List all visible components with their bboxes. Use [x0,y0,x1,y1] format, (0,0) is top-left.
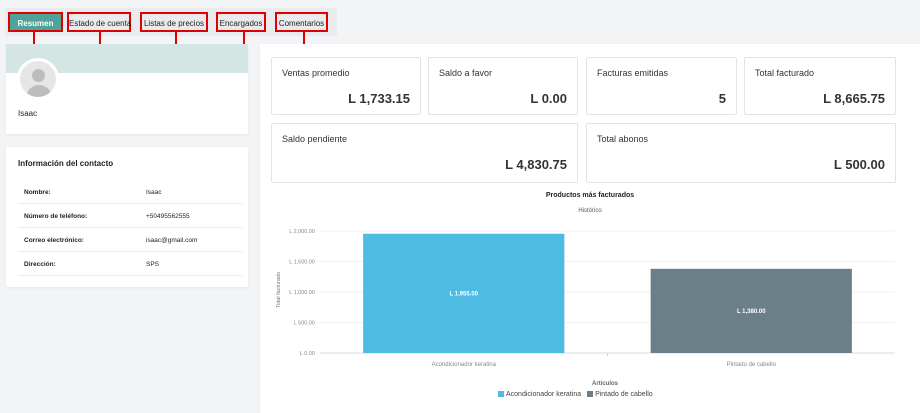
contact-row-address: Dirección: SPS [18,252,242,276]
tab-estado-de-cuenta[interactable]: Estado de cuenta [67,12,131,32]
stat-label: Saldo pendiente [282,134,348,144]
legend-label: Acondicionador keratina [506,391,582,398]
legend-item-acondicionador[interactable]: Acondicionador keratina [498,391,581,398]
chart-subtitle: Histórico [578,208,602,214]
stat-saldo-pendiente: Saldo pendiente L 4,830.75 [271,123,578,183]
contact-value: +50495562555 [146,213,190,220]
contact-label: Nombre: [24,189,51,196]
stat-label: Facturas emitidas [597,68,669,78]
stat-ventas-promedio: Ventas promedio L 1,733.15 [271,57,421,115]
stat-total-facturado: Total facturado L 8,665.75 [744,57,896,115]
contact-label: Correo electrónico: [24,237,84,244]
legend-swatch [498,391,504,397]
contact-row-name: Nombre: Isaac [18,180,242,204]
stat-value: L 0.00 [530,91,567,106]
contact-title: Información del contacto [18,159,114,168]
stat-facturas-emitidas: Facturas emitidas 5 [586,57,737,115]
tab-comentarios[interactable]: Comentarios [275,12,328,32]
stat-label: Total abonos [597,134,649,144]
stat-value: L 1,733.15 [348,91,410,106]
profile-card: Isaac [6,44,248,134]
stat-label: Total facturado [755,68,815,78]
contact-row-email: Correo electrónico: isaac@gmail.com [18,228,242,252]
stat-value: L 8,665.75 [823,91,885,106]
avatar [17,58,59,100]
legend-swatch [587,391,594,397]
contact-card: Información del contacto Nombre: Isaac N… [6,147,248,287]
chart-legend: Acondicionador keratina Pintado de cabel… [498,391,653,398]
tab-listas-de-precios[interactable]: Listas de precios [140,12,208,32]
stat-value: L 500.00 [833,157,885,172]
legend-item-pintado[interactable]: Pintado de cabello [587,391,653,398]
avatar-head-icon [32,69,45,82]
stat-label: Ventas promedio [282,68,350,78]
stat-saldo-a-favor: Saldo a favor L 0.00 [428,57,578,115]
stat-value: 5 [718,91,726,106]
tab-encargados[interactable]: Encargados [216,12,266,32]
contact-row-phone: Número de teléfono: +50495562555 [18,204,242,228]
contact-label: Dirección: [24,261,56,268]
chart-title: Productos más facturados [545,192,635,199]
stat-value: L 4,830.75 [505,157,567,172]
stat-label: Saldo a favor [439,68,493,78]
stat-total-abonos: Total abonos L 500.00 [586,123,896,183]
contact-label: Número de teléfono: [24,213,88,220]
tab-bar: Resumen Estado de cuenta Listas de preci… [5,8,337,36]
profile-name: Isaac [18,109,38,118]
legend-label: Pintado de cabello [595,391,653,398]
contact-value: SPS [146,261,160,268]
tab-resumen[interactable]: Resumen [8,12,63,32]
contact-value: isaac@gmail.com [146,237,198,244]
avatar-body-icon [26,85,52,97]
contact-value: Isaac [146,189,162,196]
